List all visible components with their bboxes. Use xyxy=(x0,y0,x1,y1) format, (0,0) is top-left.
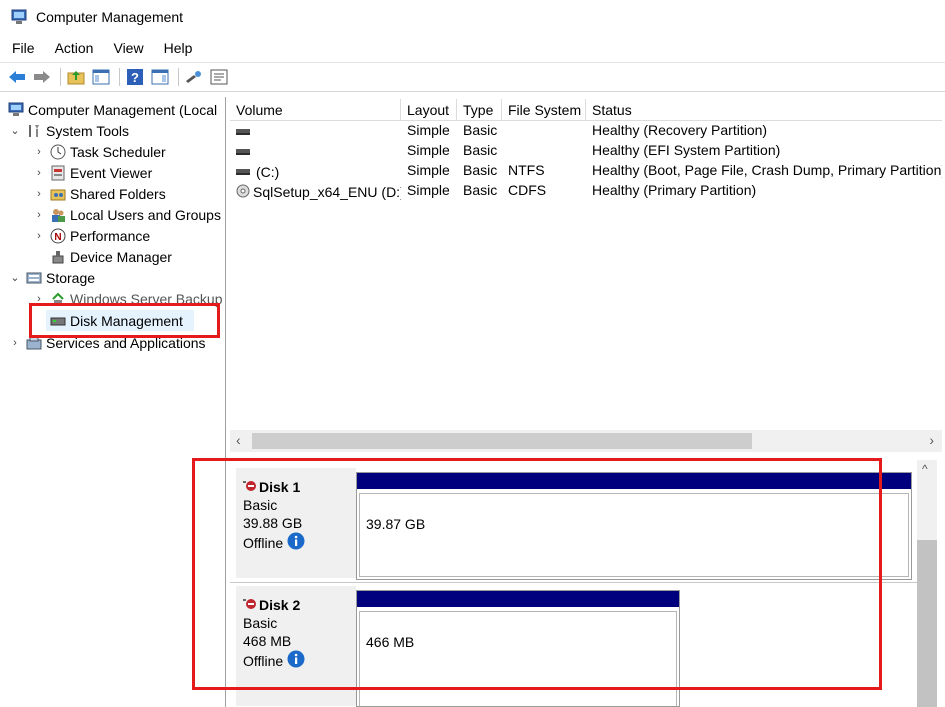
users-icon xyxy=(49,206,66,223)
horizontal-scrollbar[interactable]: ‹ › xyxy=(230,430,942,452)
tree-item-device-manager[interactable]: Device Manager xyxy=(46,246,172,267)
volume-layout: Simple xyxy=(407,182,450,198)
svg-text:N: N xyxy=(54,232,61,243)
volume-layout: Simple xyxy=(407,162,450,178)
vertical-scrollbar[interactable]: ^ xyxy=(917,460,937,707)
column-header-status[interactable]: Status xyxy=(586,99,942,121)
chevron-right-icon[interactable]: › xyxy=(32,188,46,200)
volume-name: SqlSetup_x64_ENU (D:) xyxy=(253,184,401,200)
column-header-layout[interactable]: Layout xyxy=(401,99,457,121)
menu-bar: File Action View Help xyxy=(0,36,945,60)
tree-label: System Tools xyxy=(46,122,129,139)
tree-item-local-users-and-groups[interactable]: › Local Users and Groups xyxy=(32,204,221,225)
up-folder-icon[interactable] xyxy=(65,66,87,88)
chevron-right-icon[interactable]: › xyxy=(8,337,22,349)
volume-icon xyxy=(236,129,250,135)
highlight-disk-management xyxy=(29,303,220,338)
tree-label: Storage xyxy=(46,269,96,286)
menu-help[interactable]: Help xyxy=(152,40,201,56)
table-row[interactable]: SqlSetup_x64_ENU (D:) Simple Basic CDFS … xyxy=(230,182,942,202)
toolbar-separator xyxy=(178,68,179,86)
cd-drive-icon xyxy=(236,184,250,201)
tools-icon xyxy=(25,122,42,139)
forward-icon[interactable] xyxy=(31,66,53,88)
event-viewer-icon xyxy=(49,164,66,181)
performance-icon: N xyxy=(49,227,66,244)
volume-file-system xyxy=(502,142,586,162)
volume-list: Volume Layout Type File System Status Si… xyxy=(230,97,942,455)
tree-label: Shared Folders xyxy=(70,185,166,202)
computer-management-icon xyxy=(10,8,28,26)
chevron-right-icon[interactable]: › xyxy=(32,167,46,179)
scroll-up-icon[interactable]: ^ xyxy=(922,462,928,476)
volume-file-system xyxy=(502,122,586,142)
tree-label: Local Users and Groups xyxy=(70,206,221,223)
computer-icon xyxy=(7,101,24,118)
chevron-down-icon[interactable]: ⌄ xyxy=(8,124,22,137)
shared-folder-icon xyxy=(49,185,66,202)
menu-file[interactable]: File xyxy=(0,40,43,56)
tree-item-computer-management[interactable]: Computer Management (Local xyxy=(4,99,217,120)
table-row[interactable]: Simple Basic Healthy (Recovery Partition… xyxy=(230,122,942,142)
volume-type: Basic xyxy=(463,122,498,138)
storage-icon xyxy=(25,269,42,286)
volume-layout: Simple xyxy=(407,142,450,158)
volume-icon xyxy=(236,149,250,155)
toolbar: ? xyxy=(0,62,945,92)
clock-icon xyxy=(49,143,66,160)
volume-type: Basic xyxy=(463,182,498,198)
volume-file-system: CDFS xyxy=(508,182,547,198)
column-header-type[interactable]: Type xyxy=(457,99,502,121)
tree-item-shared-folders[interactable]: › Shared Folders xyxy=(32,183,166,204)
menu-action[interactable]: Action xyxy=(43,40,102,56)
chevron-right-icon[interactable]: › xyxy=(32,146,46,158)
volume-list-header: Volume Layout Type File System Status xyxy=(230,99,942,121)
show-action-pane-icon[interactable] xyxy=(149,66,171,88)
highlight-disk-map xyxy=(192,458,882,690)
column-header-volume[interactable]: Volume xyxy=(230,99,401,121)
tree-label: Task Scheduler xyxy=(70,143,166,160)
disk-tool-icon[interactable] xyxy=(183,66,205,88)
scroll-right-icon[interactable]: › xyxy=(929,432,934,448)
volume-status: Healthy (EFI System Partition) xyxy=(592,142,781,158)
tree-item-event-viewer[interactable]: › Event Viewer xyxy=(32,162,152,183)
volume-type: Basic xyxy=(463,142,498,158)
volume-layout: Simple xyxy=(407,122,450,138)
show-hide-tree-icon[interactable] xyxy=(90,66,112,88)
volume-name: (C:) xyxy=(256,164,280,180)
back-icon[interactable] xyxy=(6,66,28,88)
chevron-down-icon[interactable]: ⌄ xyxy=(8,271,22,284)
volume-file-system: NTFS xyxy=(508,162,545,178)
title-bar: Computer Management xyxy=(0,0,945,34)
chevron-right-icon[interactable]: › xyxy=(32,209,46,221)
tree-item-performance[interactable]: › N Performance xyxy=(32,225,150,246)
volume-status: Healthy (Primary Partition) xyxy=(592,182,757,198)
help-icon[interactable]: ? xyxy=(124,66,146,88)
scroll-left-icon[interactable]: ‹ xyxy=(236,432,241,448)
device-manager-icon xyxy=(49,248,66,265)
properties-icon[interactable] xyxy=(208,66,230,88)
chevron-right-icon[interactable]: › xyxy=(32,230,46,242)
toolbar-separator xyxy=(60,68,61,86)
tree-item-task-scheduler[interactable]: › Task Scheduler xyxy=(32,141,166,162)
volume-status: Healthy (Boot, Page File, Crash Dump, Pr… xyxy=(592,162,942,178)
tree-label: Computer Management (Local xyxy=(28,101,218,118)
menu-view[interactable]: View xyxy=(101,40,151,56)
tree-item-storage[interactable]: ⌄ Storage xyxy=(8,267,95,288)
table-row[interactable]: (C:) Simple Basic NTFS Healthy (Boot, Pa… xyxy=(230,162,942,182)
volume-icon xyxy=(236,169,250,175)
vertical-scroll-thumb[interactable] xyxy=(917,540,937,707)
volume-status: Healthy (Recovery Partition) xyxy=(592,122,768,138)
tree-label: Event Viewer xyxy=(70,164,153,181)
toolbar-separator xyxy=(119,68,120,86)
horizontal-scroll-thumb[interactable] xyxy=(252,433,752,449)
column-header-file-system[interactable]: File System xyxy=(502,99,586,121)
volume-type: Basic xyxy=(463,162,498,178)
tree-item-system-tools[interactable]: ⌄ System Tools xyxy=(8,120,129,141)
tree-label: Performance xyxy=(70,227,151,244)
svg-text:?: ? xyxy=(131,70,139,85)
window-title: Computer Management xyxy=(36,9,184,25)
tree-label: Device Manager xyxy=(70,248,172,265)
table-row[interactable]: Simple Basic Healthy (EFI System Partiti… xyxy=(230,142,942,162)
